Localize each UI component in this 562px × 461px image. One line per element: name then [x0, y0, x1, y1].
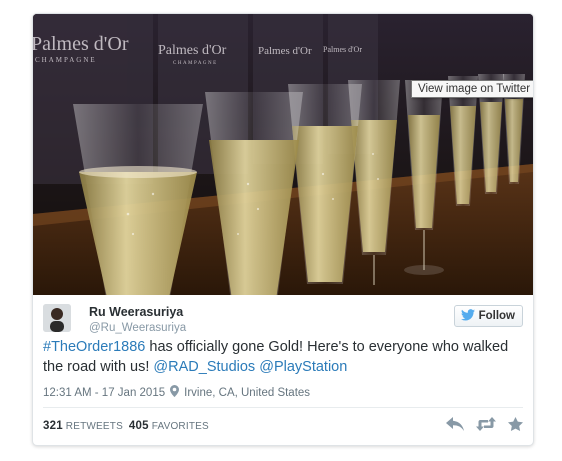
retweet-icon[interactable]	[476, 417, 496, 431]
mention-link-playstation[interactable]: @PlayStation	[259, 359, 347, 375]
tweet-actions	[446, 417, 523, 431]
tweet-location[interactable]: Irvine, CA, United States	[184, 387, 310, 399]
wall-logo-text: Palmes d'Or	[33, 33, 129, 55]
tweet-image[interactable]: Palmes d'Or Palmes d'Or Palmes d'Or Palm…	[33, 14, 533, 295]
favorites-count[interactable]: 405	[129, 420, 149, 432]
location-pin-icon	[170, 385, 180, 400]
tweet-text: #TheOrder1886 has officially gone Gold! …	[43, 337, 513, 377]
tweet-meta: 12:31 AM - 17 Jan 2015 Irvine, CA, Unite…	[43, 385, 310, 400]
favorite-star-icon[interactable]	[508, 417, 523, 431]
divider	[43, 407, 523, 408]
tweet-timestamp[interactable]: 12:31 AM - 17 Jan 2015	[43, 387, 165, 399]
tweet-stats: 321 RETWEETS 405 FAVORITES	[43, 420, 209, 432]
avatar[interactable]	[43, 304, 71, 332]
wall-logo-text: Palmes d'Or	[258, 45, 312, 57]
twitter-bird-icon	[460, 308, 475, 324]
wall-subtext: CHAMPAGNE	[35, 56, 97, 64]
follow-button[interactable]: Follow	[453, 305, 523, 327]
mention-link-rad-studios[interactable]: @RAD_Studios	[153, 359, 255, 375]
reply-icon[interactable]	[446, 417, 464, 431]
tweet-header: Ru Weerasuriya @Ru_Weerasuriya Follow	[43, 304, 523, 340]
wall-subtext: CHAMPAGNE	[173, 61, 218, 66]
retweets-count[interactable]: 321	[43, 420, 63, 432]
retweets-label[interactable]: RETWEETS	[66, 421, 123, 432]
avatar-image	[43, 304, 71, 332]
favorites-label[interactable]: FAVORITES	[152, 421, 209, 432]
wall-logo-text: Palmes d'Or	[323, 45, 362, 54]
embedded-tweet-card: Palmes d'Or Palmes d'Or Palmes d'Or Palm…	[32, 13, 534, 446]
wall-logo-text: Palmes d'Or	[158, 43, 227, 58]
author-name[interactable]: Ru Weerasuriya	[89, 305, 183, 319]
follow-label: Follow	[478, 310, 515, 322]
champagne-flutes-photo: Palmes d'Or Palmes d'Or Palmes d'Or Palm…	[33, 14, 533, 295]
author-handle[interactable]: @Ru_Weerasuriya	[89, 322, 186, 334]
hashtag-link[interactable]: #TheOrder1886	[43, 339, 145, 355]
view-image-tooltip: View image on Twitter	[411, 80, 533, 98]
